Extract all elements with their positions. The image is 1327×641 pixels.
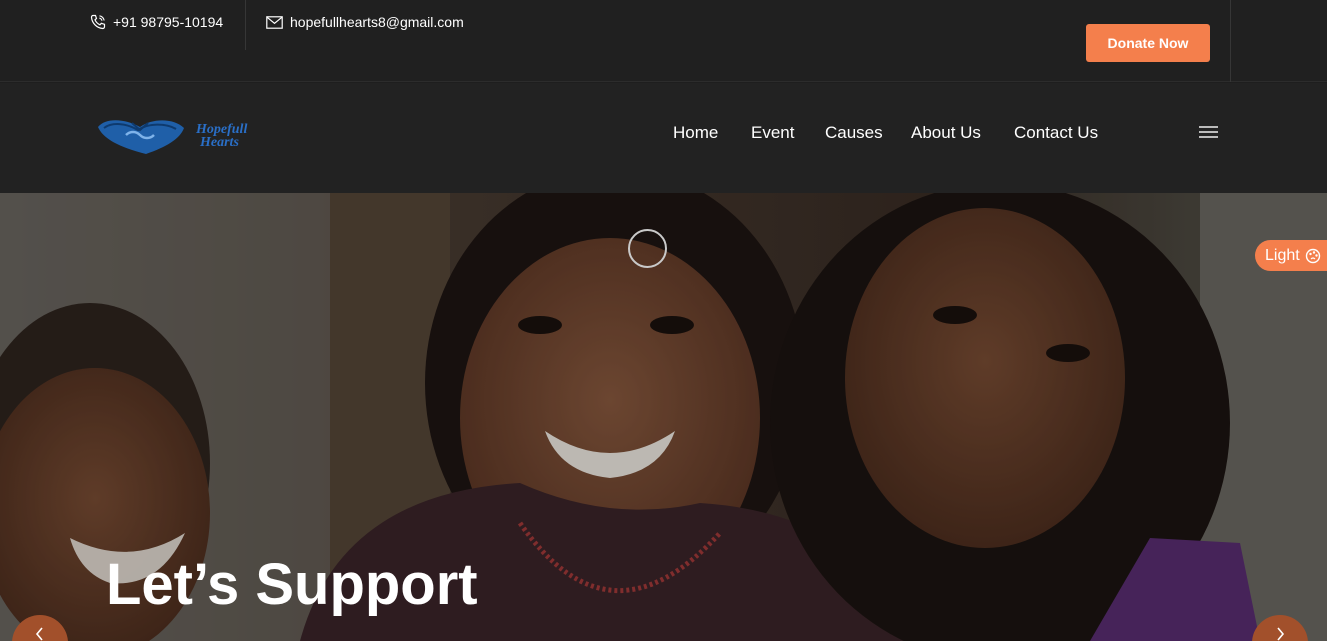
hero-slider: Light Let’s Support	[0, 193, 1327, 641]
nav-item-about-us[interactable]: About Us	[911, 123, 981, 143]
phone-number: +91 98795-10194	[113, 14, 224, 30]
phone-contact[interactable]: +91 98795-10194	[90, 14, 223, 30]
nav-item-home[interactable]: Home	[673, 123, 718, 143]
divider	[245, 0, 246, 50]
theme-toggle[interactable]: Light	[1255, 240, 1327, 271]
chevron-left-icon	[35, 627, 43, 641]
nav-item-event[interactable]: Event	[751, 123, 794, 143]
donate-now-button[interactable]: Donate Now	[1086, 24, 1210, 62]
top-bar: +91 98795-10194 hopefullhearts8@gmail.co…	[0, 0, 1327, 82]
nav-item-causes[interactable]: Causes	[825, 123, 883, 143]
email-contact[interactable]: hopefullhearts8@gmail.com	[266, 14, 464, 30]
divider	[1230, 0, 1231, 82]
phone-icon	[90, 14, 106, 30]
hamburger-menu-icon[interactable]	[1199, 126, 1218, 140]
hero-heading: Let’s Support	[106, 552, 478, 617]
nav-item-contact-us[interactable]: Contact Us	[1014, 123, 1098, 143]
brand-name-line2: Hearts	[200, 135, 239, 150]
chevron-right-icon	[1277, 627, 1285, 641]
email-address: hopefullhearts8@gmail.com	[290, 14, 464, 30]
envelope-icon	[266, 15, 283, 29]
main-navbar: Hopefull Hearts Home Event Causes About …	[0, 83, 1327, 193]
theme-toggle-label: Light	[1265, 246, 1300, 264]
loading-spinner-icon	[628, 229, 667, 268]
palette-icon	[1305, 248, 1320, 263]
